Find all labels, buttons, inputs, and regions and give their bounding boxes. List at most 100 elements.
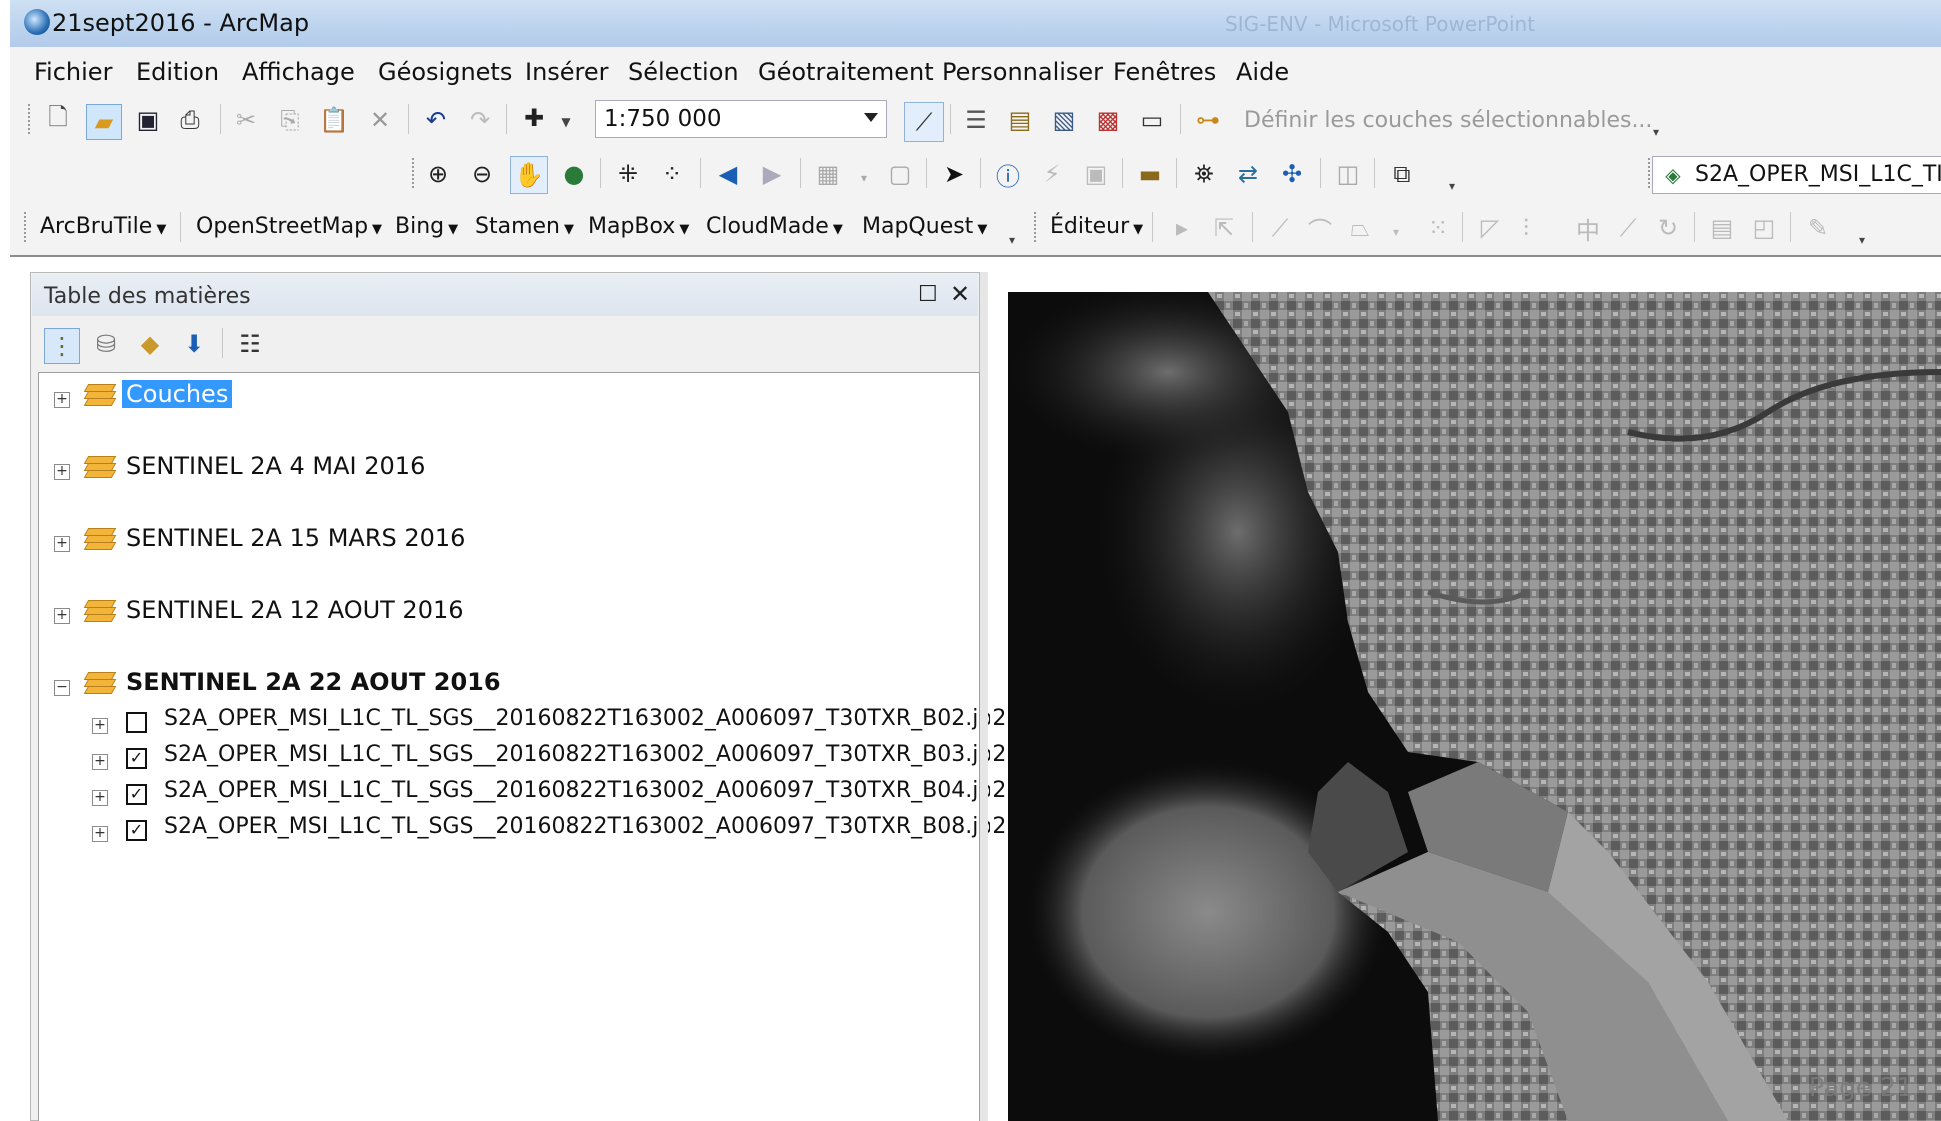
stamen-menu[interactable]: Stamen ▼ — [475, 214, 574, 239]
chevron-down-icon[interactable] — [864, 113, 878, 122]
python-window-icon[interactable]: ▭ — [1138, 106, 1166, 134]
hyperlink-icon[interactable]: ⚡ — [1038, 160, 1066, 188]
raster-layer-label[interactable]: S2A_OPER_MSI_L1C_TL_SGS__20160822T163002… — [164, 778, 1006, 803]
mapquest-menu[interactable]: MapQuest ▼ — [862, 214, 987, 239]
selectable-layers-label[interactable]: Définir les couches sélectionnables... — [1244, 108, 1652, 133]
group-layer-label[interactable]: SENTINEL 2A 12 AOUT 2016 — [126, 596, 464, 624]
collapse-icon[interactable]: − — [54, 680, 70, 696]
arcbrutile-menu[interactable]: ArcBruTile ▼ — [40, 214, 166, 239]
expand-icon[interactable]: + — [92, 826, 108, 842]
delete-icon[interactable]: ✕ — [366, 106, 394, 134]
menu-affichage[interactable]: Affichage — [242, 58, 355, 86]
new-document-icon[interactable]: 🗋 — [44, 103, 72, 134]
toolbar-grip[interactable] — [412, 158, 417, 188]
editor-toolbar-toggle-icon[interactable]: ⟋ — [904, 102, 944, 142]
redo-icon[interactable]: ↷ — [466, 106, 494, 134]
expand-icon[interactable]: + — [54, 392, 70, 408]
toc-float-button[interactable]: ☐ — [918, 282, 938, 307]
menu-personnaliser[interactable]: Personnaliser — [942, 58, 1103, 86]
print-icon[interactable]: ⎙ — [176, 106, 204, 134]
list-by-drawing-order-icon[interactable]: ⋮ — [44, 328, 80, 364]
undo-icon[interactable]: ↶ — [422, 106, 450, 134]
raster-layer-label[interactable]: S2A_OPER_MSI_L1C_TL_SGS__20160822T163002… — [164, 706, 1006, 731]
group-layer-label[interactable]: SENTINEL 2A 22 AOUT 2016 — [126, 668, 501, 696]
openstreetmap-menu[interactable]: OpenStreetMap ▼ — [196, 214, 382, 239]
toolbar-grip[interactable] — [1034, 212, 1039, 242]
fixed-zoom-in-icon[interactable]: ⁜ — [614, 160, 642, 188]
map-view[interactable]: Page 21 — [1008, 292, 1941, 1121]
identify-icon[interactable]: ⓘ — [994, 160, 1022, 191]
expand-icon[interactable]: + — [92, 790, 108, 806]
data-frame-couches[interactable]: Couches — [122, 380, 233, 408]
toolbar-grip[interactable] — [24, 212, 29, 242]
straight-segment-icon[interactable]: ⟋ — [1266, 214, 1294, 242]
full-extent-globe-icon[interactable]: ● — [560, 160, 588, 188]
construction-dropdown-icon[interactable]: ▾ — [1382, 218, 1410, 246]
zoom-out-icon[interactable]: ⊖ — [468, 160, 496, 188]
expand-icon[interactable]: + — [92, 754, 108, 770]
menu-edition[interactable]: Edition — [136, 58, 219, 86]
create-viewer-window-icon[interactable]: ⧉ — [1388, 160, 1416, 188]
go-to-xy-icon[interactable]: ✣ — [1278, 160, 1306, 188]
clear-selection-icon[interactable]: ▢ — [886, 160, 914, 188]
zoom-in-icon[interactable]: ⊕ — [424, 160, 452, 188]
open-folder-icon[interactable]: ▰ — [86, 104, 122, 140]
layer-visibility-checkbox[interactable]: ✓ — [126, 820, 147, 841]
select-features-icon[interactable]: ▦ — [814, 160, 842, 188]
raster-layer-label[interactable]: S2A_OPER_MSI_L1C_TL_SGS__20160822T163002… — [164, 814, 1006, 839]
edit-annotation-icon[interactable]: ⇱ — [1210, 214, 1238, 242]
measure-icon[interactable]: ▬ — [1136, 160, 1164, 188]
group-layer-label[interactable]: SENTINEL 2A 15 MARS 2016 — [126, 524, 465, 552]
map-scale-combobox[interactable]: 1:750 000 — [595, 100, 887, 138]
add-data-icon[interactable]: ✚ — [520, 104, 548, 132]
toolbar-grip[interactable] — [28, 104, 33, 134]
catalog-icon[interactable]: ▤ — [1006, 106, 1034, 134]
point-icon[interactable]: ⁙ — [1424, 214, 1452, 242]
attributes-icon[interactable]: ▤ — [1708, 214, 1736, 242]
menu-selection[interactable]: Sélection — [628, 58, 739, 86]
rotate-icon[interactable]: ↻ — [1654, 214, 1682, 242]
copy-icon[interactable]: ⎘ — [276, 106, 304, 134]
target-layer-combobox[interactable]: ◈ S2A_OPER_MSI_L1C_TI — [1652, 156, 1941, 194]
search-window-icon[interactable]: ▧ — [1050, 106, 1078, 134]
select-elements-arrow-icon[interactable]: ➤ — [940, 160, 968, 188]
edit-vertices-icon[interactable]: ◸ — [1476, 214, 1504, 242]
select-dropdown-icon[interactable]: ▾ — [850, 164, 878, 192]
menu-geotraitement[interactable]: Géotraitement — [758, 58, 934, 86]
fixed-zoom-out-icon[interactable]: ⁘ — [658, 160, 686, 188]
panel-splitter[interactable] — [980, 272, 988, 1121]
back-extent-icon[interactable]: ◀ — [714, 160, 742, 188]
menu-inserer[interactable]: Insérer — [525, 58, 609, 86]
toc-close-button[interactable]: ✕ — [950, 280, 970, 308]
expand-icon[interactable]: + — [54, 536, 70, 552]
reshape-icon[interactable]: ⫶ — [1512, 214, 1540, 242]
cut-icon[interactable]: ✂ — [232, 106, 260, 134]
expand-icon[interactable]: + — [54, 608, 70, 624]
split-tool-icon[interactable]: ⟋ — [1614, 214, 1642, 242]
cloudmade-menu[interactable]: CloudMade ▼ — [706, 214, 843, 239]
group-layer-label[interactable]: SENTINEL 2A 4 MAI 2016 — [126, 452, 425, 480]
html-popup-icon[interactable]: ▣ — [1082, 160, 1110, 188]
toolbar-options-icon[interactable]: ▾ — [1642, 118, 1670, 146]
pan-hand-icon[interactable]: ✋ — [510, 156, 548, 194]
paste-icon[interactable]: 📋 — [319, 106, 349, 134]
create-features-icon[interactable]: ✎ — [1804, 214, 1832, 242]
arctoolbox-icon[interactable]: ▩ — [1094, 106, 1122, 134]
list-by-visibility-icon[interactable]: ◆ — [136, 330, 164, 358]
raster-layer-label[interactable]: S2A_OPER_MSI_L1C_TL_SGS__20160822T163002… — [164, 742, 1006, 767]
toolbar-options-icon[interactable]: ▾ — [998, 226, 1026, 254]
menu-fenetres[interactable]: Fenêtres — [1113, 58, 1216, 86]
menu-geosignets[interactable]: Géosignets — [378, 58, 512, 86]
time-slider-icon[interactable]: ◫ — [1334, 160, 1362, 188]
list-by-selection-icon[interactable]: ⬇ — [180, 330, 208, 358]
bing-menu[interactable]: Bing ▼ — [395, 214, 458, 239]
add-data-dropdown-icon[interactable]: ▼ — [552, 108, 580, 136]
end-point-arc-icon[interactable]: ⌒ — [1306, 214, 1334, 245]
layer-visibility-checkbox[interactable]: ✓ — [126, 784, 147, 805]
model-builder-icon[interactable]: ⊶ — [1194, 106, 1222, 134]
mapbox-menu[interactable]: MapBox ▼ — [588, 214, 689, 239]
edit-tool-icon[interactable]: ▸ — [1168, 214, 1196, 242]
save-icon[interactable]: ▣ — [134, 106, 162, 134]
expand-icon[interactable]: + — [54, 464, 70, 480]
toolbar-options-icon[interactable]: ▾ — [1848, 226, 1876, 254]
